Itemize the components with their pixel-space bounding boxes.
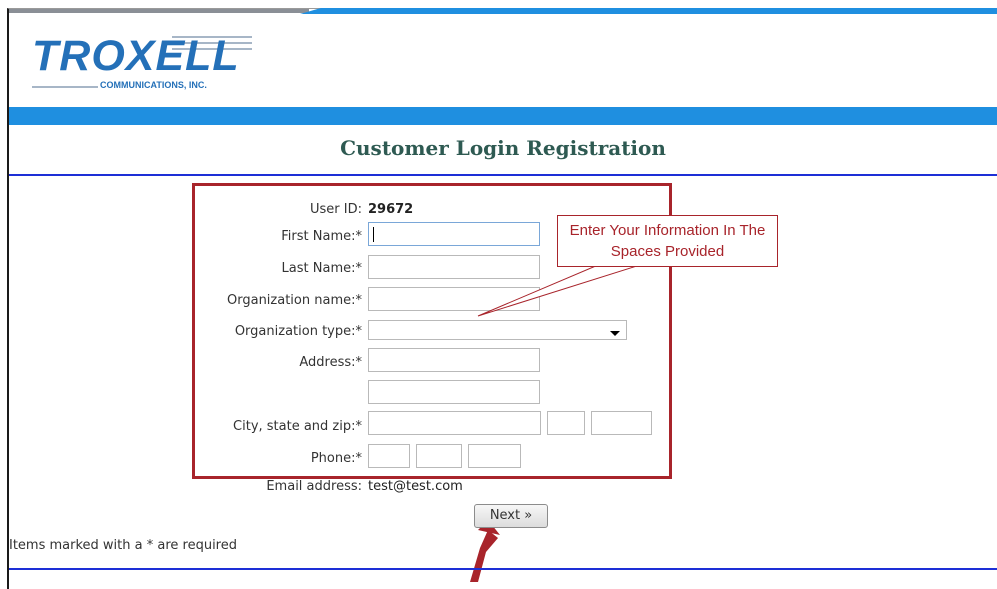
logo-subtitle: COMMUNICATIONS, INC. (100, 80, 207, 90)
email-label: Email address: (266, 479, 362, 494)
logo-wordmark: TROXELL (32, 32, 240, 80)
troxell-logo: TROXELL COMMUNICATIONS, INC. (22, 24, 262, 98)
top-gray-bar (9, 9, 309, 13)
bottom-divider (9, 568, 997, 570)
page-title: Customer Login Registration (340, 136, 666, 160)
header-band (9, 107, 997, 125)
top-blue-bar (300, 8, 997, 14)
title-divider (9, 174, 997, 176)
required-note: Items marked with a * are required (9, 538, 237, 553)
next-button[interactable]: Next » (474, 504, 548, 528)
email-value: test@test.com (368, 479, 463, 494)
instruction-callout: Enter Your Information In The Spaces Pro… (557, 215, 778, 267)
